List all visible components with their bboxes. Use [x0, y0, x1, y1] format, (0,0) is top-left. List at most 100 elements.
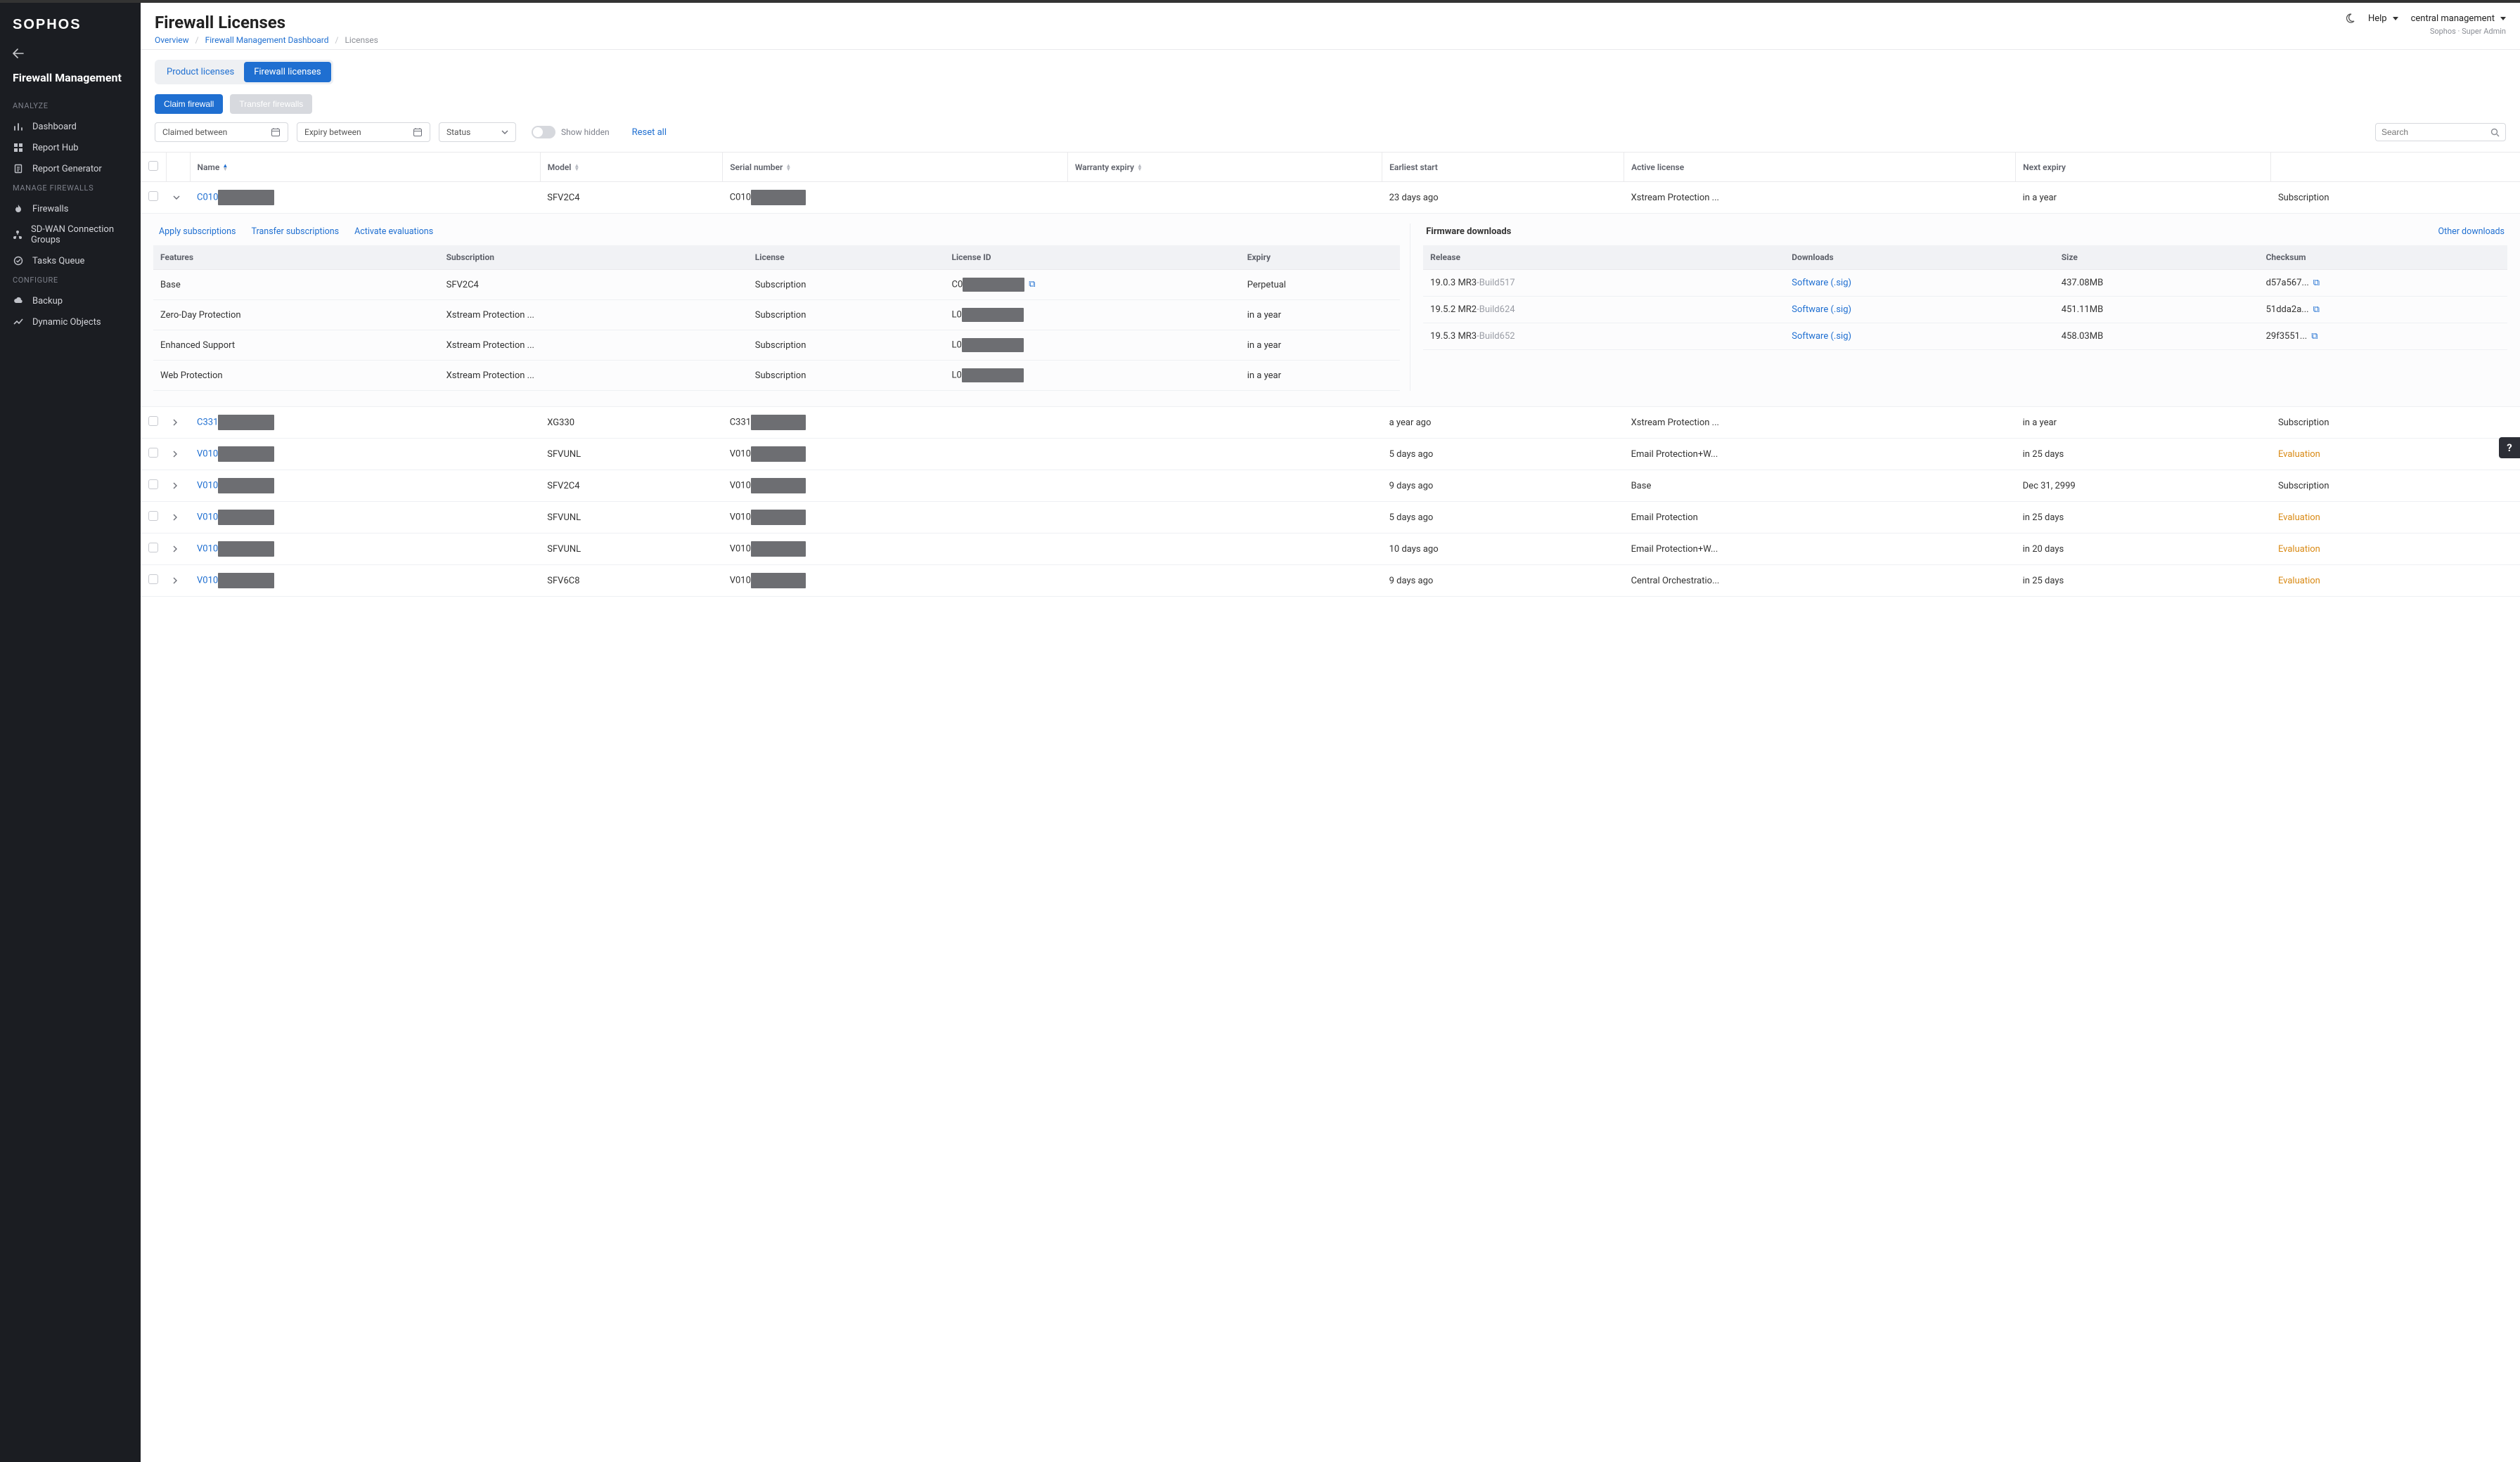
table-row: V010SFVUNLV0105 days agoEmail Protection… [141, 502, 2520, 533]
chevron-down-icon [501, 130, 508, 134]
row-checkbox[interactable] [148, 574, 158, 584]
firewall-name-link[interactable]: V010 [197, 543, 218, 554]
transfer-subscriptions-link[interactable]: Transfer subscriptions [252, 226, 340, 237]
cell-model: SFVUNL [540, 533, 722, 565]
expand-toggle[interactable] [166, 182, 190, 214]
sidebar-item-dynamic-objects[interactable]: Dynamic Objects [0, 311, 141, 332]
firewall-name-link[interactable]: C331 [197, 417, 218, 427]
firewall-name-link[interactable]: V010 [197, 448, 218, 459]
other-downloads-link[interactable]: Other downloads [2438, 226, 2505, 237]
search-input[interactable] [2375, 123, 2506, 141]
expand-toggle[interactable] [166, 439, 190, 470]
cell-earliest: 5 days ago [1382, 502, 1624, 533]
expand-toggle[interactable] [166, 407, 190, 439]
firewall-name-link[interactable]: V010 [197, 575, 218, 586]
cell-model: SFV2C4 [540, 470, 722, 502]
expand-toggle[interactable] [166, 533, 190, 565]
firewall-name-link[interactable]: C010 [197, 192, 218, 202]
cell-type: Subscription [2271, 407, 2520, 439]
crumb-current: Licenses [345, 35, 378, 45]
download-link[interactable]: Software (.sig) [1792, 278, 1851, 288]
cell-model: SFV6C8 [540, 565, 722, 597]
cloud-icon [13, 295, 24, 306]
expand-toggle[interactable] [166, 470, 190, 502]
copy-icon[interactable]: ⧉ [2311, 331, 2318, 342]
cell-warranty [1067, 533, 1382, 565]
main-content: Firewall Licenses Overview / Firewall Ma… [141, 3, 2520, 1462]
sidebar-item-sdwan[interactable]: SD-WAN Connection Groups [0, 219, 141, 250]
expand-toggle[interactable] [166, 502, 190, 533]
sidebar-item-tasks-queue[interactable]: Tasks Queue [0, 250, 141, 271]
sidebar-item-label: Report Generator [32, 164, 102, 174]
license-tabs: Product licenses Firewall licenses [155, 60, 333, 84]
row-checkbox[interactable] [148, 511, 158, 521]
reset-all-link[interactable]: Reset all [632, 127, 667, 138]
claim-firewall-button[interactable]: Claim firewall [155, 94, 223, 114]
col-earliest[interactable]: Earliest start [1382, 153, 1624, 182]
trend-icon [13, 316, 24, 328]
col-serial[interactable]: Serial number [730, 162, 783, 172]
col-model[interactable]: Model [548, 162, 572, 172]
cell-active: Email Protection+W... [1624, 439, 2016, 470]
sidebar-item-label: Dynamic Objects [32, 317, 101, 328]
search-field[interactable] [2381, 127, 2490, 137]
download-link[interactable]: Software (.sig) [1792, 331, 1851, 342]
cell-warranty [1067, 182, 1382, 214]
cell-type: Evaluation [2271, 533, 2520, 565]
theme-toggle[interactable] [2344, 13, 2355, 24]
download-link[interactable]: Software (.sig) [1792, 304, 1851, 315]
cell-next: in 20 days [2016, 533, 2271, 565]
row-checkbox[interactable] [148, 416, 158, 426]
help-menu[interactable]: Help [2368, 13, 2398, 24]
cell-active: Xstream Protection ... [1624, 182, 2016, 214]
cell-serial: C010 [723, 182, 1068, 214]
expand-toggle[interactable] [166, 565, 190, 597]
sidebar-item-dashboard[interactable]: Dashboard [0, 116, 141, 137]
apply-subscriptions-link[interactable]: Apply subscriptions [159, 226, 236, 237]
tab-product-licenses[interactable]: Product licenses [157, 62, 244, 82]
firewall-name-link[interactable]: V010 [197, 480, 218, 491]
breadcrumb: Overview / Firewall Management Dashboard… [155, 35, 378, 45]
sidebar-item-report-generator[interactable]: Report Generator [0, 158, 141, 179]
grid-icon [13, 142, 24, 153]
sidebar-item-report-hub[interactable]: Report Hub [0, 137, 141, 158]
cell-warranty [1067, 565, 1382, 597]
col-next[interactable]: Next expiry [2016, 153, 2271, 182]
tab-firewall-licenses[interactable]: Firewall licenses [244, 62, 330, 82]
row-checkbox[interactable] [148, 543, 158, 552]
copy-icon[interactable]: ⧉ [2313, 304, 2320, 315]
select-all-checkbox[interactable] [148, 161, 158, 171]
filter-claimed-between[interactable]: Claimed between [155, 122, 288, 142]
crumb-overview[interactable]: Overview [155, 35, 189, 45]
show-hidden-toggle[interactable] [532, 126, 555, 138]
row-checkbox[interactable] [148, 479, 158, 489]
col-warranty[interactable]: Warranty expiry [1075, 162, 1134, 172]
col-name[interactable]: Name [198, 162, 220, 172]
cell-serial: V010 [723, 470, 1068, 502]
cell-warranty [1067, 502, 1382, 533]
firewall-name-link[interactable]: V010 [197, 512, 218, 522]
moon-icon [2344, 13, 2355, 24]
cell-earliest: a year ago [1382, 407, 1624, 439]
account-menu[interactable]: central management [2411, 13, 2506, 24]
activate-evaluations-link[interactable]: Activate evaluations [354, 226, 433, 237]
col-active[interactable]: Active license [1624, 153, 2016, 182]
filter-expiry-between[interactable]: Expiry between [297, 122, 430, 142]
cell-active: Xstream Protection ... [1624, 407, 2016, 439]
search-icon [2490, 128, 2500, 137]
copy-icon[interactable]: ⧉ [2313, 278, 2320, 288]
copy-icon[interactable]: ⧉ [1029, 279, 1035, 290]
feature-row: Web ProtectionXstream Protection ...Subs… [153, 361, 1400, 391]
help-fab[interactable]: ? [2499, 437, 2520, 458]
crumb-dashboard[interactable]: Firewall Management Dashboard [205, 35, 329, 45]
table-row: V010SFV6C8V0109 days agoCentral Orchestr… [141, 565, 2520, 597]
firmware-row: 19.5.2 MR2-Build624Software (.sig)451.11… [1423, 297, 2507, 323]
sidebar-item-firewalls[interactable]: Firewalls [0, 198, 141, 219]
row-checkbox[interactable] [148, 191, 158, 201]
cell-serial: V010 [723, 502, 1068, 533]
sidebar-item-backup[interactable]: Backup [0, 290, 141, 311]
back-button[interactable] [0, 46, 141, 71]
filter-status[interactable]: Status [439, 122, 516, 142]
row-checkbox[interactable] [148, 448, 158, 458]
cell-serial: V010 [723, 439, 1068, 470]
